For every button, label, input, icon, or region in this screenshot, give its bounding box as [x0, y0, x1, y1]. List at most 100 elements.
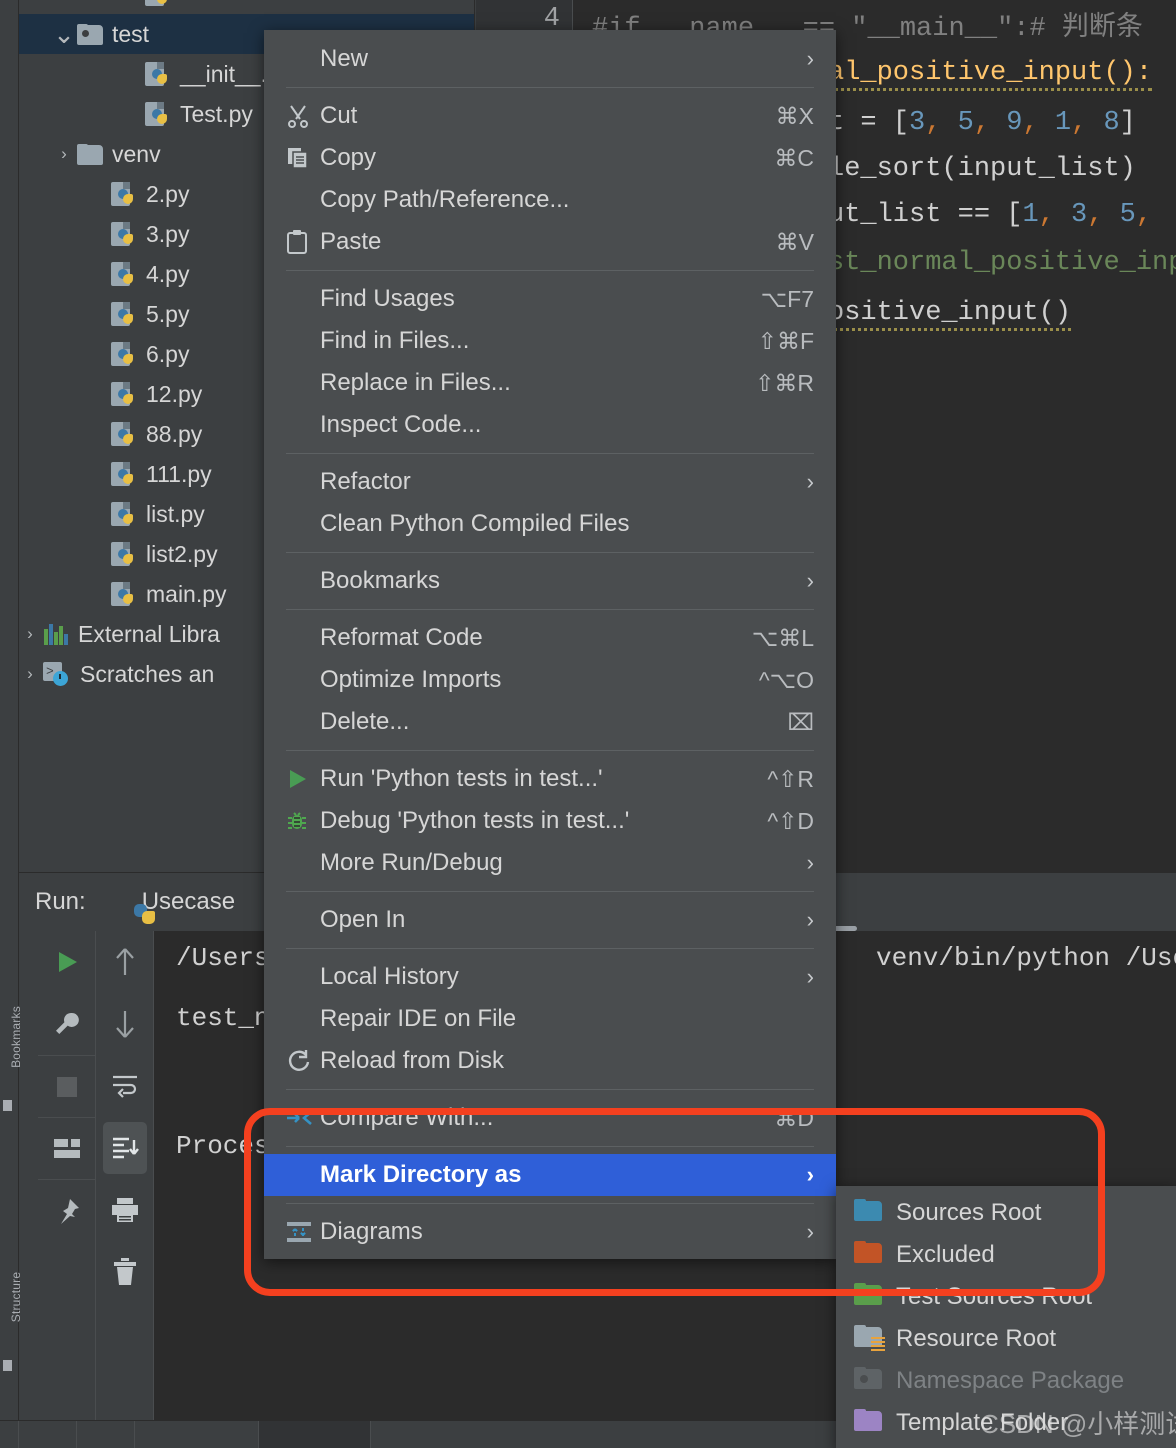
python-file-icon: [111, 382, 137, 406]
menu-item-paste[interactable]: Paste ⌘V: [264, 221, 836, 263]
menu-item-optimize-imports[interactable]: Optimize Imports ^⌥O: [264, 659, 836, 701]
menu-item-debug-python-tests-in-test[interactable]: Debug 'Python tests in test...' ^⇧D: [264, 800, 836, 842]
chevron-right-icon[interactable]: ›: [19, 664, 41, 684]
menu-item-replace-in-files[interactable]: Replace in Files... ⇧⌘R: [264, 362, 836, 404]
menu-item-reformat-code[interactable]: Reformat Code ⌥⌘L: [264, 617, 836, 659]
chevron-right-icon: ›: [806, 469, 814, 494]
tool-tab-bookmarks[interactable]: Bookmarks: [9, 997, 23, 1077]
menu-item-label: Delete...: [320, 708, 410, 735]
menu-item-shortcut: ⌥⌘L: [751, 624, 814, 651]
menu-item-label: New: [320, 45, 369, 72]
scroll-end-icon: [113, 1137, 139, 1159]
menu-item-mark-directory-as[interactable]: Mark Directory as ›: [264, 1154, 836, 1196]
chevron-right-icon[interactable]: ›: [19, 624, 41, 644]
tree-item-label: 3.py: [146, 220, 190, 247]
tree-item-label: list.py: [146, 500, 205, 527]
tree-item-label: venv: [112, 140, 161, 167]
menu-item-label: Inspect Code...: [320, 411, 482, 438]
soft-wrap-button[interactable]: [96, 1055, 154, 1117]
stop-button[interactable]: [38, 1055, 96, 1117]
submenu-item-sources-root[interactable]: Sources Root: [836, 1192, 1176, 1234]
menu-item-cut[interactable]: Cut ⌘X: [264, 95, 836, 137]
chevron-right-icon[interactable]: ›: [53, 144, 75, 164]
print-button[interactable]: [96, 1179, 154, 1241]
reload-icon: [286, 1049, 320, 1073]
submenu-item-excluded[interactable]: Excluded: [836, 1234, 1176, 1276]
menu-item-inspect-code[interactable]: Inspect Code...: [264, 404, 836, 446]
menu-item-label: Open In: [320, 906, 406, 933]
menu-item-delete[interactable]: Delete... ⌧: [264, 701, 836, 743]
menu-separator: [286, 891, 814, 892]
external-libraries-icon: [43, 623, 69, 645]
rerun-button[interactable]: [38, 931, 96, 993]
menu-item-label: Find in Files...: [320, 327, 470, 354]
menu-item-reload-from-disk[interactable]: Reload from Disk: [264, 1040, 836, 1082]
menu-item-copy-path-reference[interactable]: Copy Path/Reference...: [264, 179, 836, 221]
menu-item-local-history[interactable]: Local History ›: [264, 956, 836, 998]
tool-tab-structure[interactable]: Structure: [9, 1257, 23, 1337]
menu-item-repair-ide-on-file[interactable]: Repair IDE on File: [264, 998, 836, 1040]
submenu-item-resource-root[interactable]: Resource Root: [836, 1318, 1176, 1360]
python-file-icon: [111, 582, 137, 606]
python-file-icon: [111, 342, 137, 366]
menu-item-copy[interactable]: Copy ⌘C: [264, 137, 836, 179]
code-line: t = [3, 5, 9, 1, 8]: [828, 108, 1136, 138]
chevron-down-icon[interactable]: ⌄: [53, 21, 75, 47]
menu-item-find-in-files[interactable]: Find in Files... ⇧⌘F: [264, 320, 836, 362]
menu-separator: [286, 1089, 814, 1090]
code-line: ositive_input(): [828, 288, 1072, 338]
run-toolbar-right[interactable]: [96, 931, 154, 1421]
tree-item-label: 4.py: [146, 260, 190, 287]
python-file-icon: [111, 302, 137, 326]
run-play-icon: [286, 768, 320, 790]
folder-icon: [854, 1240, 896, 1270]
chevron-right-icon: ›: [806, 964, 814, 989]
up-button[interactable]: [96, 931, 154, 993]
menu-item-new[interactable]: New ›: [264, 38, 836, 80]
menu-item-label: Optimize Imports: [320, 666, 502, 693]
menu-item-refactor[interactable]: Refactor ›: [264, 461, 836, 503]
pin-tab-button[interactable]: [38, 1179, 96, 1241]
submenu-item-label: Sources Root: [896, 1199, 1042, 1226]
down-button[interactable]: [96, 993, 154, 1055]
menu-separator: [286, 1146, 814, 1147]
menu-item-shortcut: ^⇧R: [767, 765, 814, 792]
menu-item-label: Run 'Python tests in test...': [320, 765, 603, 792]
layout-button[interactable]: [38, 1117, 96, 1179]
folder-icon: [854, 1198, 896, 1228]
scroll-to-end-button[interactable]: [96, 1117, 154, 1179]
menu-separator: [286, 270, 814, 271]
menu-separator: [286, 453, 814, 454]
menu-item-label: Bookmarks: [320, 567, 441, 594]
submenu-item-test-sources-root[interactable]: Test Sources Root: [836, 1276, 1176, 1318]
menu-item-label: Mark Directory as: [320, 1161, 522, 1188]
menu-item-label: Replace in Files...: [320, 369, 511, 396]
run-tab-name[interactable]: Usecase: [142, 888, 235, 916]
tree-item[interactable]: ›: [19, 0, 474, 14]
clear-all-button[interactable]: [96, 1241, 154, 1303]
printer-icon: [112, 1198, 138, 1222]
menu-item-more-run-debug[interactable]: More Run/Debug ›: [264, 842, 836, 884]
code-line: ut_list == [1, 3, 5,: [828, 200, 1153, 230]
edit-configurations-button[interactable]: [38, 993, 96, 1055]
tree-item-label: External Libra: [78, 620, 220, 647]
menu-item-label: Find Usages: [320, 285, 455, 312]
menu-item-compare-with[interactable]: Compare With... ⌘D: [264, 1097, 836, 1139]
menu-item-diagrams[interactable]: Diagrams ›: [264, 1211, 836, 1253]
menu-item-bookmarks[interactable]: Bookmarks ›: [264, 560, 836, 602]
menu-item-run-python-tests-in-test[interactable]: Run 'Python tests in test...' ^⇧R: [264, 758, 836, 800]
tree-item-label: 12.py: [146, 380, 203, 407]
status-seg: [135, 1421, 259, 1448]
folder-icon: [854, 1282, 896, 1312]
menu-item-find-usages[interactable]: Find Usages ⌥F7: [264, 278, 836, 320]
submenu-item-label: Test Sources Root: [896, 1283, 1093, 1310]
run-toolbar-left[interactable]: [38, 931, 96, 1421]
code-line: le_sort(input_list): [828, 154, 1136, 184]
menu-item-open-in[interactable]: Open In ›: [264, 899, 836, 941]
menu-item-label: Debug 'Python tests in test...': [320, 807, 630, 834]
menu-separator: [286, 87, 814, 88]
menu-item-clean-python-compiled-files[interactable]: Clean Python Compiled Files: [264, 503, 836, 545]
folder-namespace-icon: [854, 1366, 896, 1396]
context-menu[interactable]: New › Cut ⌘X Copy ⌘C Copy Path/Reference... Pas…: [264, 30, 836, 1259]
menu-item-label: Clean Python Compiled Files: [320, 510, 630, 537]
